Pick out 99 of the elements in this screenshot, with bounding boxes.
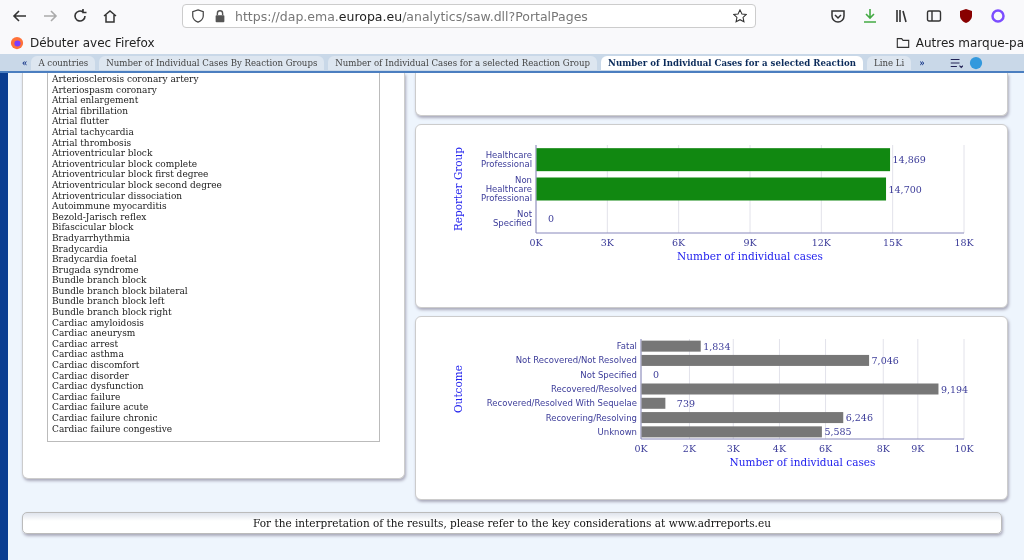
category-label: Recovering/Resolving	[545, 412, 637, 423]
list-item[interactable]: Bifascicular block	[52, 222, 375, 233]
list-item[interactable]: Cardiac disorder	[52, 370, 375, 382]
category-label: Fatal	[616, 341, 637, 352]
tick-label: 0K	[634, 443, 648, 454]
tab[interactable]: A countries	[31, 55, 96, 70]
list-item[interactable]: Atrial thrombosis	[52, 137, 375, 149]
star-icon[interactable]	[733, 9, 747, 23]
firefox-icon	[10, 36, 24, 50]
category-label: Healthcare Professional	[480, 150, 532, 170]
tick-label: 8K	[876, 443, 890, 454]
library-icon[interactable]	[894, 8, 910, 24]
value-label: 6,246	[845, 412, 873, 424]
tick-label: 6K	[819, 443, 833, 454]
bookmark[interactable]: Débuter avec Firefox	[10, 36, 155, 50]
tab[interactable]: Number of Individual Cases for a selected Reaction	[601, 55, 863, 70]
tick-label: 6K	[672, 237, 686, 248]
reload-icon[interactable]	[72, 8, 88, 24]
axis-title: Number of individual cases	[729, 456, 876, 468]
tick-label: 10K	[954, 443, 974, 454]
list-item[interactable]: Bradycardia	[52, 243, 375, 255]
list-item[interactable]: Atrial flutter	[52, 116, 375, 127]
axis-title: Number of individual cases	[677, 250, 823, 262]
list-item[interactable]: Cardiac amyloidosis	[52, 317, 375, 329]
list-item[interactable]: Bundle branch block left	[52, 296, 375, 308]
address-field[interactable]: https://dap.ema.europa.eu/analytics/saw.dll?PortalPages	[182, 4, 756, 28]
list-item[interactable]: Cardiac failure acute	[52, 402, 375, 413]
back-icon[interactable]	[12, 8, 28, 24]
list-item[interactable]: Cardiac failure chronic	[52, 413, 375, 424]
tab[interactable]: Number of Individual Cases By Reaction Groups	[99, 55, 325, 70]
value-label: 5,585	[824, 426, 852, 438]
list-item[interactable]: Cardiac dysfunction	[52, 381, 375, 392]
list-item[interactable]: Cardiac aneurysm	[52, 328, 375, 339]
list-item[interactable]: Bradyarrhythmia	[52, 232, 375, 244]
shield-icon[interactable]	[191, 9, 205, 23]
list-item[interactable]: Autoimmune myocarditis	[52, 201, 375, 212]
list-item[interactable]: Arteriosclerosis coronary artery	[52, 74, 375, 85]
category-label: Not Specified	[580, 369, 637, 380]
tick-label: 2K	[682, 443, 697, 454]
list-item[interactable]: Atrial tachycardia	[52, 126, 375, 138]
list-item[interactable]: Cardiac arrest	[52, 338, 375, 350]
home-icon[interactable]	[102, 8, 118, 24]
pocket-icon[interactable]	[830, 8, 846, 24]
value-label: 7,046	[871, 354, 899, 366]
scroll-tabs-left[interactable]: «	[18, 57, 32, 68]
list-item[interactable]: Atrioventricular block	[52, 148, 375, 159]
value-label: 14,869	[892, 154, 926, 166]
list-item[interactable]: Atrial fibrillation	[52, 105, 375, 117]
ring-extension-icon[interactable]	[990, 8, 1006, 24]
list-item[interactable]: Brugada syndrome	[52, 264, 375, 276]
list-item[interactable]: Arteriospasm coronary	[52, 84, 375, 96]
value-label: 0	[653, 369, 660, 381]
value-label: 9,194	[940, 383, 969, 395]
list-item[interactable]: Atrioventricular block complete	[52, 158, 375, 170]
list-item[interactable]: Bundle branch block right	[52, 307, 375, 318]
category-label: Recovered/Resolved	[550, 384, 637, 394]
footer-note: For the interpretation of the results, please refer to the key considerations at www.adrreports.eu	[22, 512, 1002, 534]
list-item[interactable]: Bundle branch block bilateral	[52, 285, 375, 297]
tick-label: 9K	[911, 443, 925, 454]
tick-label: 3K	[726, 443, 740, 454]
list-item[interactable]: Atrial enlargement	[52, 95, 375, 106]
axis-title: Outcome	[452, 365, 464, 413]
list-item[interactable]: Cardiac failure congestive	[52, 423, 375, 435]
list-item[interactable]: Cardiac asthma	[52, 349, 375, 361]
tick-label: 12K	[811, 237, 831, 248]
reaction-listbox[interactable]	[47, 73, 380, 442]
list-item[interactable]: Atrioventricular dissociation	[52, 190, 375, 202]
value-label: 1,834	[703, 340, 731, 352]
list-item[interactable]: Cardiac failure	[52, 391, 375, 403]
shield-extension-icon[interactable]	[958, 8, 974, 24]
download-icon[interactable]	[862, 8, 878, 24]
lock-icon	[213, 9, 227, 23]
category-label: Non Healthcare Professional	[480, 175, 532, 203]
list-item[interactable]: Atrioventricular block second degree	[52, 179, 375, 191]
list-item[interactable]: Cardiac discomfort	[52, 360, 375, 371]
category-label: Not Specified	[492, 208, 532, 228]
value-label: 739	[676, 397, 695, 409]
list-item[interactable]: Bezold-Jarisch reflex	[52, 211, 375, 223]
category-label: Unknown	[597, 426, 637, 437]
sidebar-icon[interactable]	[926, 8, 942, 24]
tick-label: 9K	[743, 237, 757, 248]
tick-label: 3K	[600, 237, 614, 248]
bookmark[interactable]: Autres marque-pa	[895, 36, 1024, 50]
tick-label: 15K	[883, 237, 903, 248]
value-label: 14,700	[888, 183, 922, 195]
tick-label: 0K	[529, 237, 543, 248]
scroll-tabs-right[interactable]: »	[915, 57, 929, 68]
tab[interactable]: Line Li	[866, 55, 912, 70]
axis-title: Reporter Group	[452, 146, 464, 232]
tab[interactable]: Number of Individual Cases for a selected Reaction Group	[328, 55, 598, 70]
list-item[interactable]: Bradycardia foetal	[52, 254, 375, 265]
folder-icon	[895, 36, 910, 50]
list-item[interactable]: Atrioventricular block first degree	[52, 169, 375, 180]
tick-label: 18K	[954, 237, 974, 248]
category-label: Recovered/Resolved With Sequelae	[486, 398, 637, 409]
list-item[interactable]: Bundle branch block	[52, 275, 375, 286]
tick-label: 4K	[772, 443, 786, 454]
category-label: Not Recovered/Not Resolved	[515, 355, 637, 366]
value-label: 0	[548, 212, 555, 224]
